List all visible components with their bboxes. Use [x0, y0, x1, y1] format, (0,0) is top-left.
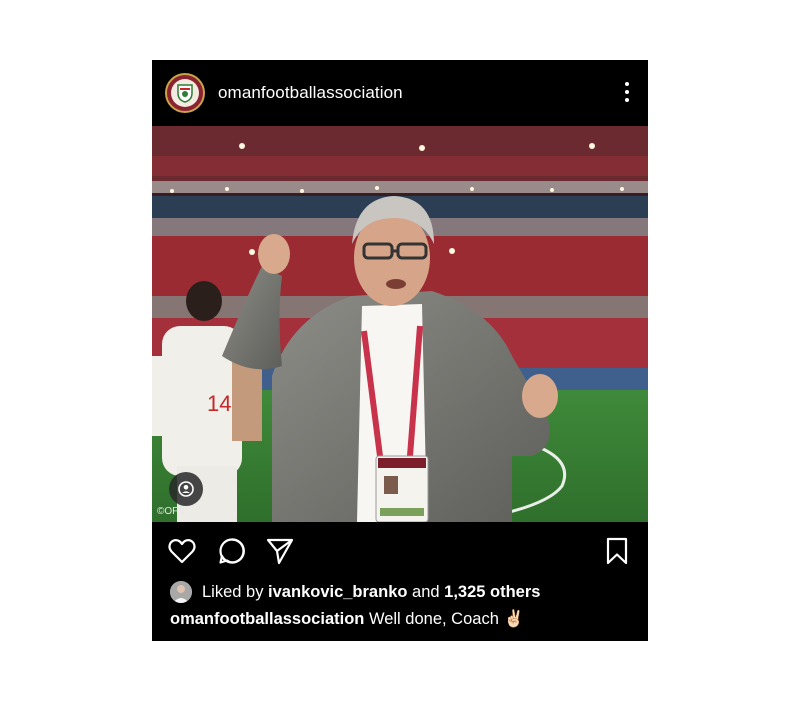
liker-avatar[interactable] — [170, 581, 192, 603]
caption-text: Well done, Coach — [364, 610, 504, 628]
instagram-post: omanfootballassociation 14 ©OFA Liked by… — [152, 60, 648, 641]
post-username[interactable]: omanfootballassociation — [218, 83, 403, 103]
more-vertical-icon[interactable] — [624, 82, 630, 104]
bookmark-icon[interactable] — [602, 536, 632, 566]
caption: omanfootballassociation Well done, Coach… — [170, 610, 524, 629]
likes-summary: Liked by ivankovic_branko and 1,325 othe… — [170, 580, 540, 604]
photo-credit: ©OFA — [157, 506, 185, 517]
oman-fa-logo-icon — [171, 79, 199, 107]
post-header: omanfootballassociation — [152, 60, 648, 126]
liked-and: and — [407, 582, 445, 601]
victory-hand-emoji: ✌🏻 — [503, 610, 525, 628]
liked-others-link[interactable]: 1,325 others — [444, 583, 540, 602]
person-tag-icon[interactable] — [169, 472, 203, 506]
post-photo[interactable]: 14 ©OFA — [152, 126, 648, 522]
liked-user-link[interactable]: ivankovic_branko — [268, 583, 407, 602]
liked-prefix: Liked by — [202, 582, 269, 601]
profile-avatar[interactable] — [165, 73, 205, 113]
heart-icon[interactable] — [167, 536, 197, 566]
comment-icon[interactable] — [217, 536, 247, 566]
send-icon[interactable] — [265, 536, 295, 566]
svg-text:14: 14 — [207, 391, 231, 416]
caption-username[interactable]: omanfootballassociation — [170, 610, 364, 629]
action-bar — [152, 536, 648, 568]
